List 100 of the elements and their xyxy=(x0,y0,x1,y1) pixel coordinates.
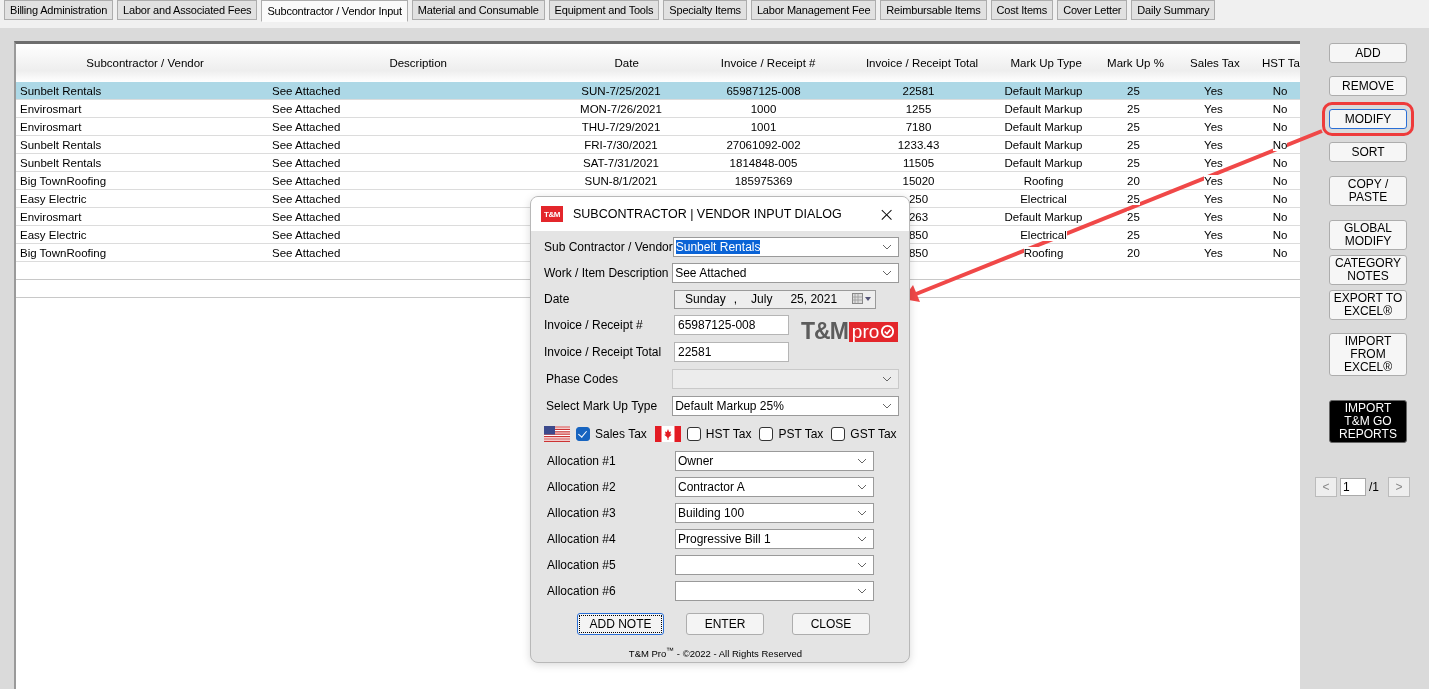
action-button[interactable]: IMPORT T&M GO REPORTS xyxy=(1329,400,1407,443)
chevron-down-icon[interactable] xyxy=(857,510,867,516)
table-cell: 25 xyxy=(1127,102,1140,115)
table-cell: 20 xyxy=(1127,174,1140,187)
checkbox-label: PST Tax xyxy=(778,427,824,441)
field-label: Allocation #5 xyxy=(546,558,617,572)
dropdown-field[interactable]: See Attached xyxy=(672,263,899,283)
action-button[interactable]: COPY / PASTE xyxy=(1329,176,1407,206)
checkbox[interactable] xyxy=(576,427,590,441)
table-cell: Big TownRoofing xyxy=(20,174,107,187)
action-button[interactable]: REMOVE xyxy=(1329,76,1407,96)
table-cell: Envirosmart xyxy=(20,120,82,133)
table-row[interactable]: Sunbelt Rentals See Attached SUN-7/25/2021 65987125-008 22581 Default Markup 25 Yes No xyxy=(16,82,1300,100)
table-cell: Yes xyxy=(1204,228,1223,241)
checkbox[interactable] xyxy=(686,427,701,441)
action-button[interactable]: CATEGORY NOTES xyxy=(1329,255,1407,285)
text-field[interactable]: 22581 xyxy=(674,342,789,362)
table-cell: 7180 xyxy=(905,120,932,133)
dropdown-field[interactable]: Contractor A xyxy=(675,477,874,497)
dropdown-field[interactable]: Progressive Bill 1 xyxy=(675,529,874,549)
action-button[interactable]: ADD xyxy=(1329,43,1407,63)
table-cell: See Attached xyxy=(272,210,341,223)
table-cell: Default Markup xyxy=(1004,120,1083,133)
dropdown-field[interactable]: Default Markup 25% xyxy=(672,396,899,416)
chevron-down-icon[interactable] xyxy=(857,536,867,542)
dialog-button[interactable]: ENTER xyxy=(686,613,764,635)
table-row[interactable]: Big TownRoofing See Attached SUN-8/1/2021 185975369 15020 Roofing 20 Yes No xyxy=(16,172,1300,190)
table-cell: No xyxy=(1272,156,1288,169)
page-count: /1 xyxy=(1369,480,1379,494)
dropdown-field[interactable] xyxy=(675,581,874,601)
tab[interactable]: Labor and Associated Fees xyxy=(117,0,258,20)
table-cell: Default Markup xyxy=(1004,102,1083,115)
table-cell: See Attached xyxy=(272,174,341,187)
table-cell: Electrical xyxy=(1020,192,1067,205)
tab[interactable]: Labor Management Fee xyxy=(750,0,877,20)
table-cell: Yes xyxy=(1204,138,1223,151)
table-cell: Default Markup xyxy=(1004,138,1083,151)
dialog-button[interactable]: CLOSE xyxy=(792,613,870,635)
action-button[interactable]: EXPORT TO EXCEL® xyxy=(1329,290,1407,320)
action-button[interactable]: GLOBAL MODIFY xyxy=(1329,220,1407,250)
chevron-down-icon[interactable] xyxy=(882,244,892,250)
column-header: Mark Up Type xyxy=(1009,57,1083,69)
chevron-down-icon[interactable] xyxy=(857,458,867,464)
table-cell: No xyxy=(1272,210,1288,223)
brand-logo: T&M pro xyxy=(801,318,899,345)
chevron-down-icon[interactable] xyxy=(857,484,867,490)
calendar-icon[interactable] xyxy=(852,293,872,305)
chevron-down-icon[interactable] xyxy=(882,270,892,276)
table-cell: No xyxy=(1272,246,1288,259)
chevron-down-icon[interactable] xyxy=(857,562,867,568)
table-cell: Easy Electric xyxy=(20,192,87,205)
text-field[interactable]: 65987125-008 xyxy=(674,315,789,335)
field-label: Sub Contractor / Vendor xyxy=(544,240,673,254)
checkbox[interactable] xyxy=(759,427,774,441)
checkbox[interactable] xyxy=(831,427,846,441)
table-cell: 27061092-002 xyxy=(726,138,801,151)
table-cell: See Attached xyxy=(272,246,341,259)
chevron-down-icon[interactable] xyxy=(857,588,867,594)
dropdown-field[interactable]: Sunbelt Rentals xyxy=(672,237,899,257)
dropdown-field[interactable]: Owner xyxy=(675,451,874,471)
table-cell: Electrical xyxy=(1020,228,1067,241)
table-cell: 850 xyxy=(908,246,929,259)
tab[interactable]: Equipment and Tools xyxy=(548,0,660,20)
table-cell: SAT-7/31/2021 xyxy=(583,156,659,169)
tab[interactable]: Material and Consumable xyxy=(411,0,545,20)
tab[interactable]: Cover Letter xyxy=(1057,0,1128,20)
table-cell: No xyxy=(1272,228,1288,241)
column-header: Mark Up % xyxy=(1106,57,1165,69)
tab[interactable]: Daily Summary xyxy=(1131,0,1216,20)
table-cell: Yes xyxy=(1204,210,1223,223)
dropdown-field[interactable]: Building 100 xyxy=(675,503,874,523)
table-cell: Default Markup xyxy=(1004,84,1083,97)
table-cell: Easy Electric xyxy=(20,228,87,241)
date-picker[interactable]: Sunday , July 25, 2021 xyxy=(674,289,876,309)
table-cell: Yes xyxy=(1204,102,1223,115)
action-button[interactable]: IMPORT FROM EXCEL® xyxy=(1329,333,1407,376)
chevron-down-icon[interactable] xyxy=(882,403,892,409)
dialog-button[interactable]: ADD NOTE xyxy=(577,613,664,635)
action-button[interactable]: SORT xyxy=(1329,142,1407,162)
table-cell: 250 xyxy=(908,192,929,205)
table-cell: 22581 xyxy=(902,84,935,97)
table-cell: See Attached xyxy=(272,228,341,241)
table-cell: 1233.43 xyxy=(897,138,940,151)
page-field[interactable]: 1 xyxy=(1340,478,1366,496)
app-logo-icon: T&M xyxy=(541,206,563,222)
tab[interactable]: Billing Administration xyxy=(4,0,114,20)
field-label: Select Mark Up Type xyxy=(545,399,659,413)
table-cell: 25 xyxy=(1127,228,1140,241)
field-label: Allocation #6 xyxy=(546,584,617,598)
tab[interactable]: Subcontractor / Vendor Input xyxy=(261,0,408,22)
tab[interactable]: Cost Items xyxy=(990,0,1054,20)
dropdown-field[interactable] xyxy=(675,555,874,575)
table-cell: No xyxy=(1272,102,1288,115)
table-cell: Default Markup xyxy=(1004,156,1083,169)
table-cell: Default Markup xyxy=(1004,210,1083,223)
table-cell: MON-7/26/2021 xyxy=(580,102,662,115)
tab[interactable]: Specialty Items xyxy=(663,0,747,20)
tab[interactable]: Reimbursable Items xyxy=(880,0,987,20)
table-cell: 15020 xyxy=(902,174,935,187)
field-label: Date xyxy=(544,292,571,306)
